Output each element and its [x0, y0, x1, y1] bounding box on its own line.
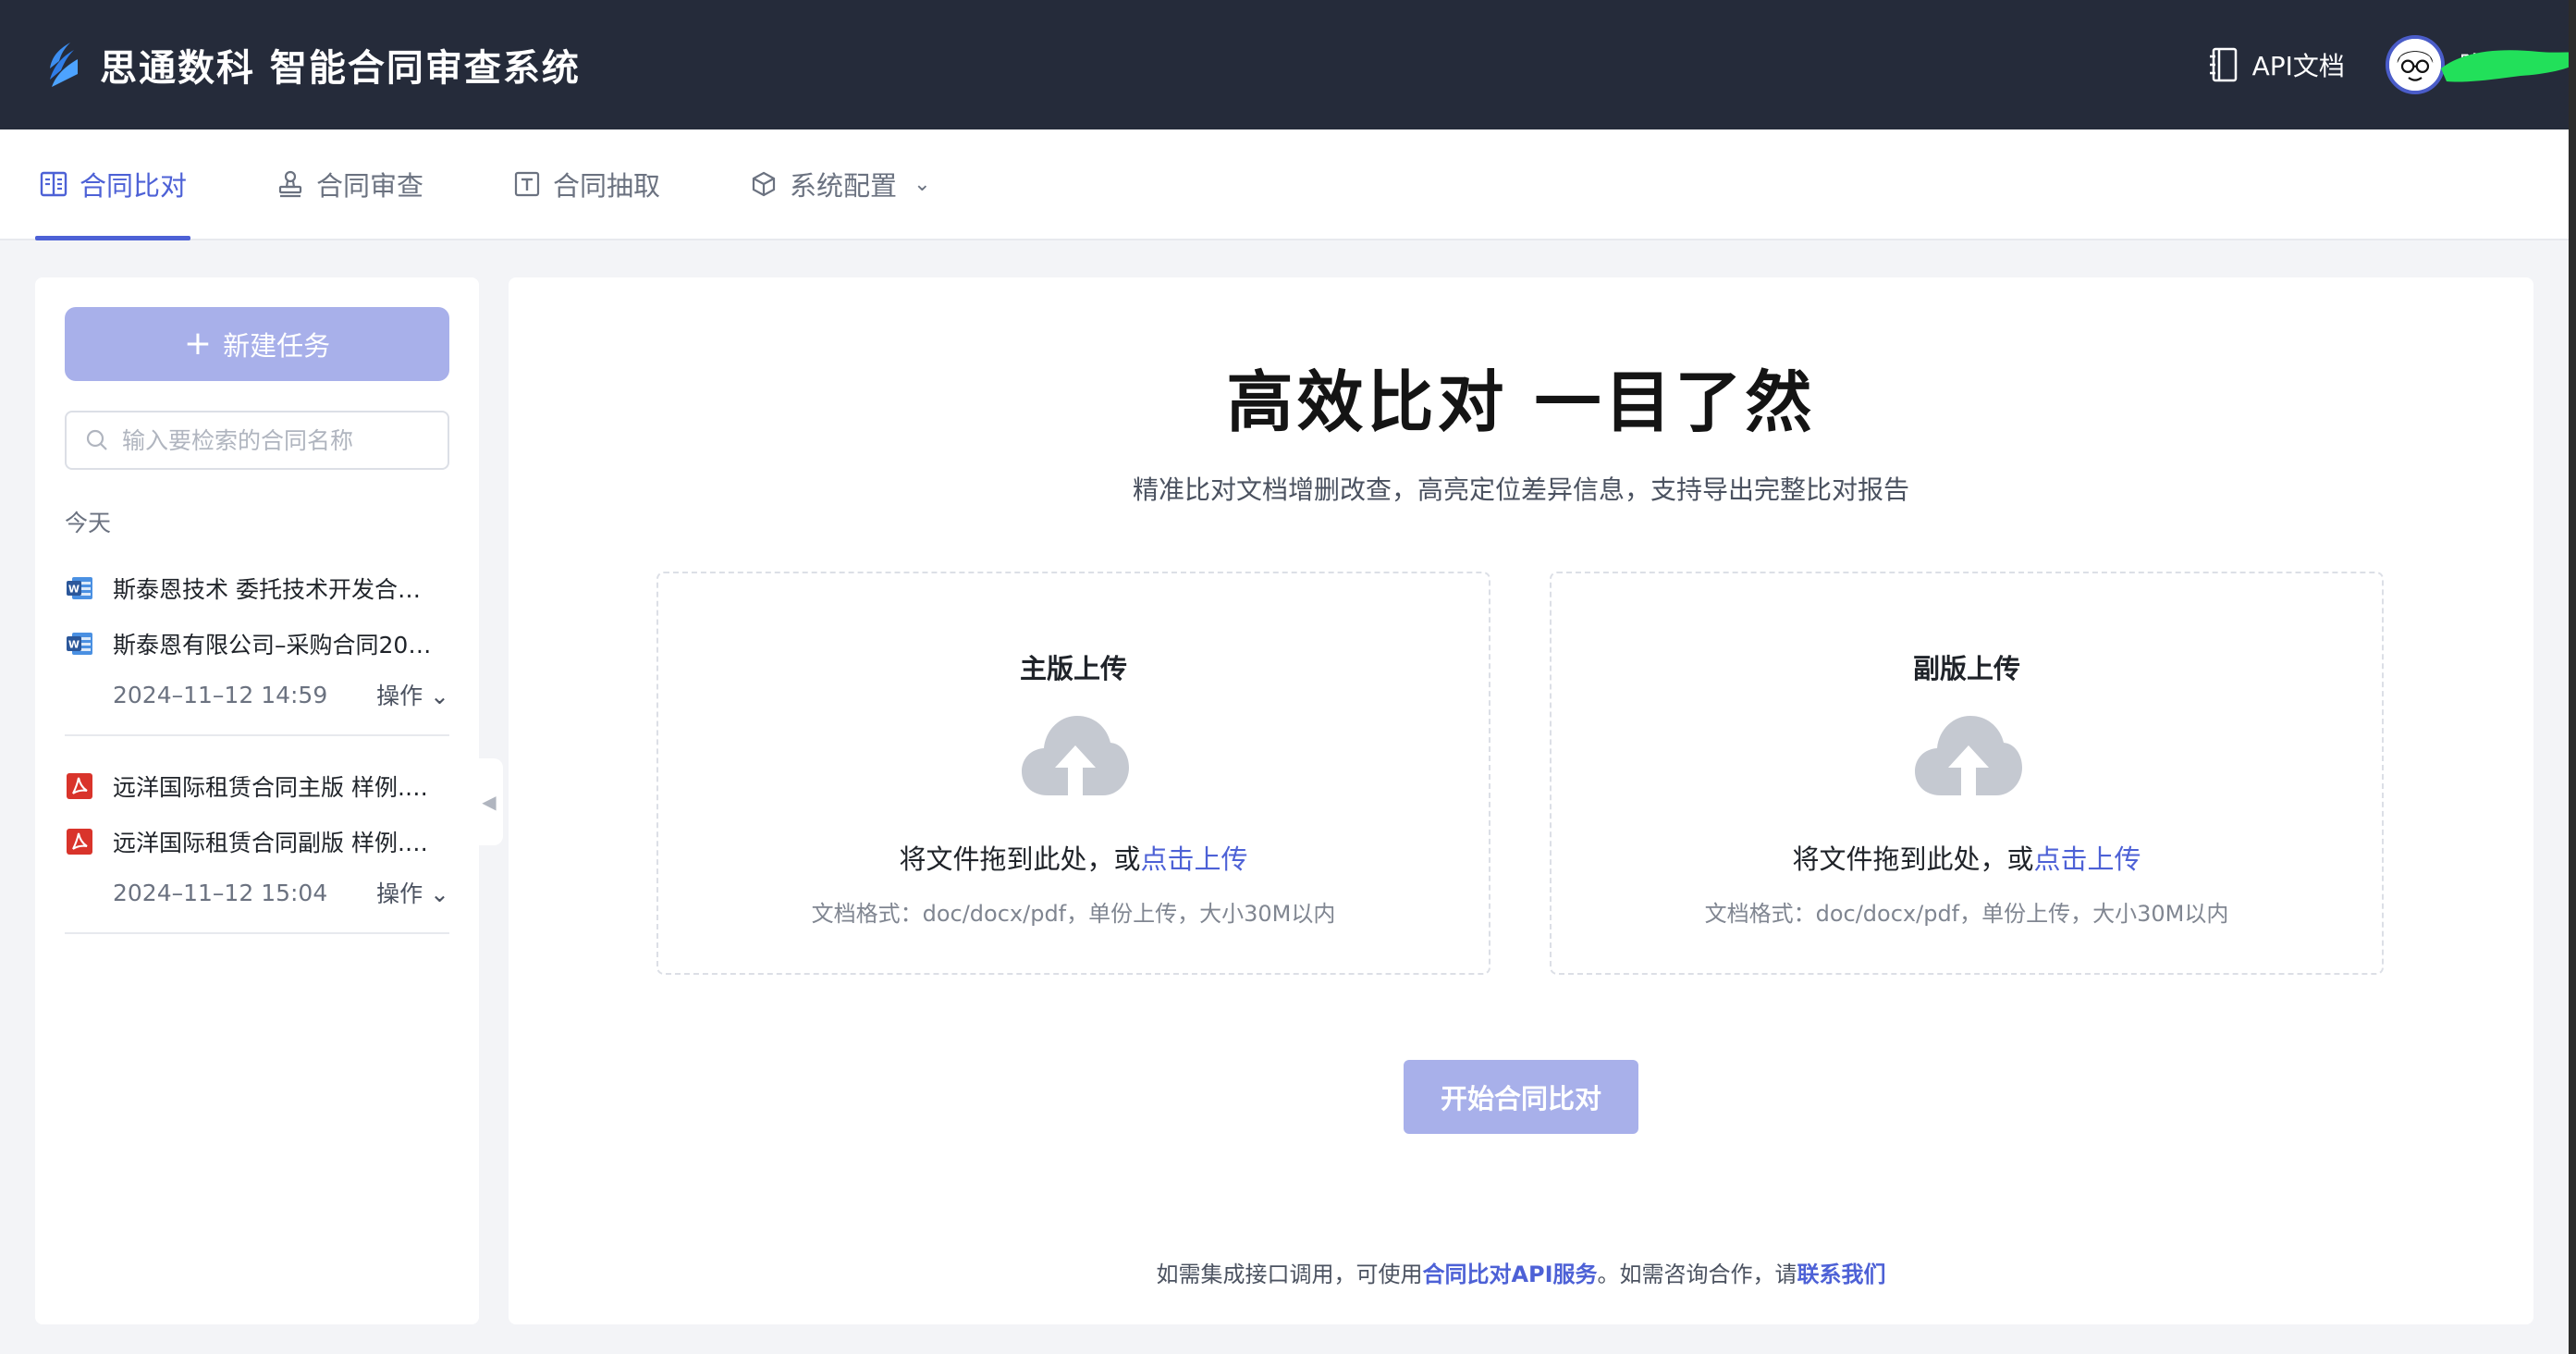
upload-title: 主版上传 — [1019, 653, 1127, 684]
cloud-upload-icon — [1915, 716, 2022, 795]
ops-dropdown[interactable]: 操作 ⌄ — [376, 876, 449, 909]
api-doc-link[interactable]: API文档 — [2208, 46, 2345, 83]
page-title: 高效比对 一目了然 — [1226, 363, 1816, 441]
ops-dropdown[interactable]: 操作 ⌄ — [376, 678, 449, 711]
tab-system-config[interactable]: 系统配置 ⌄ — [745, 129, 934, 239]
primary-upload-dropzone[interactable]: 主版上传 将文件拖到此处，或点击上传 文档格式：doc/docx/pdf，单份上… — [656, 572, 1490, 975]
click-upload-link[interactable]: 点击上传 — [2034, 843, 2141, 875]
page-subtitle: 精准比对文档增删改查，高亮定位差异信息，支持导出完整比对报告 — [1132, 474, 1909, 505]
task-time: 2024–11–12 15:04 — [113, 879, 328, 906]
api-doc-label: API文档 — [2251, 51, 2345, 81]
cloud-upload-icon — [1022, 716, 1129, 795]
list-item[interactable]: W 斯泰恩有限公司–采购合同2019... — [65, 616, 449, 671]
tab-contract-compare[interactable]: 合同比对 — [35, 129, 191, 240]
caret-left-icon: ◀ — [482, 791, 497, 813]
tab-label: 合同审查 — [316, 170, 424, 202]
chevron-down-icon: ⌄ — [430, 880, 449, 907]
list-item[interactable]: W 斯泰恩技术 委托技术开发合同 ... — [65, 560, 449, 616]
chevron-down-icon: ⌄ — [430, 683, 449, 709]
pdf-file-icon — [67, 829, 92, 855]
header-right: API文档 陈 — [2208, 35, 2576, 94]
compare-doc-icon — [40, 171, 67, 197]
cube-icon — [752, 171, 776, 197]
main-nav: 合同比对 合同审查 合同抽取 系统配置 ⌄ — [0, 129, 2569, 240]
user-name: 陈 — [2440, 46, 2576, 83]
list-item[interactable]: 远洋国际租赁合同副版 样例.pdf — [65, 814, 449, 869]
tab-label: 合同抽取 — [553, 170, 661, 202]
top-header: 思通数科 智能合同审查系统 API文档 — [0, 0, 2576, 129]
new-task-button[interactable]: + 新建任务 — [65, 307, 449, 381]
task-time: 2024–11–12 14:59 — [113, 681, 328, 708]
search-input[interactable] — [122, 426, 429, 454]
start-compare-button[interactable]: 开始合同比对 — [1404, 1060, 1638, 1134]
avatar — [2385, 35, 2445, 94]
app-root: 思通数科 智能合同审查系统 API文档 合同比对 合同审查 合同抽取 系统配置 … — [0, 0, 2576, 1354]
task-meta: 2024–11–12 14:59 操作 ⌄ — [65, 671, 449, 718]
user-menu[interactable]: 陈 ⌄ — [2385, 35, 2576, 94]
avatar-face-icon — [2388, 39, 2441, 91]
tab-label: 系统配置 — [790, 170, 898, 202]
tab-label: 合同比对 — [80, 170, 188, 202]
brand-logo-icon — [50, 43, 78, 87]
upload-hint: 将文件拖到此处，或点击上传 — [899, 843, 1248, 875]
search-box — [65, 411, 449, 470]
word-file-icon: W — [67, 633, 92, 655]
secondary-upload-dropzone[interactable]: 副版上传 将文件拖到此处，或点击上传 文档格式：doc/docx/pdf，单份上… — [1550, 572, 2384, 975]
svg-text:W: W — [68, 639, 80, 651]
window-edge — [2569, 0, 2576, 1354]
tab-contract-extract[interactable]: 合同抽取 — [509, 129, 664, 239]
task-meta: 2024–11–12 15:04 操作 ⌄ — [65, 869, 449, 916]
task-group: 远洋国际租赁合同主版 样例.pdf 远洋国际租赁合同副版 样例.pdf 2024… — [65, 736, 449, 934]
pdf-file-icon — [67, 773, 92, 799]
upload-format-note: 文档格式：doc/docx/pdf，单份上传，大小30M以内 — [811, 901, 1336, 927]
text-box-icon — [514, 171, 540, 197]
compare-panel: 高效比对 一目了然 精准比对文档增删改查，高亮定位差异信息，支持导出完整比对报告… — [509, 277, 2533, 1324]
chevron-down-icon: ⌄ — [914, 172, 931, 196]
file-name: 远洋国际租赁合同主版 样例.pdf — [113, 774, 442, 801]
svg-text:W: W — [68, 584, 80, 596]
api-service-link[interactable]: 合同比对API服务 — [1422, 1262, 1597, 1287]
upload-title: 副版上传 — [1912, 653, 2020, 684]
brand-title: 思通数科 智能合同审查系统 — [100, 47, 581, 90]
file-name: 斯泰恩有限公司–采购合同2019... — [113, 632, 442, 659]
footer-note: 如需集成接口调用，可使用合同比对API服务。如需咨询合作，请联系我们 — [1156, 1262, 1886, 1287]
task-group: W 斯泰恩技术 委托技术开发合同 ... W 斯泰恩有限公司–采购合同2019.… — [65, 538, 449, 736]
upload-format-note: 文档格式：doc/docx/pdf，单份上传，大小30M以内 — [1704, 901, 2229, 927]
contact-us-link[interactable]: 联系我们 — [1797, 1262, 1886, 1287]
file-name: 斯泰恩技术 委托技术开发合同 ... — [113, 576, 442, 603]
list-item[interactable]: 远洋国际租赁合同主版 样例.pdf — [65, 758, 449, 814]
tab-contract-review[interactable]: 合同审查 — [272, 129, 427, 239]
sidebar-collapse-handle[interactable]: ◀ — [475, 758, 503, 845]
redaction-scribble — [2440, 50, 2576, 82]
word-file-icon: W — [67, 577, 92, 599]
click-upload-link[interactable]: 点击上传 — [1141, 843, 1248, 875]
upload-hint: 将文件拖到此处，或点击上传 — [1792, 843, 2141, 875]
file-name: 远洋国际租赁合同副版 样例.pdf — [113, 830, 442, 856]
brand[interactable]: 思通数科 智能合同审查系统 — [46, 38, 581, 92]
notebook-icon — [2209, 47, 2237, 82]
task-sidebar: + 新建任务 今天 W 斯泰恩技术 委托技术开发合同 ... — [35, 277, 479, 1324]
stamp-icon — [278, 170, 302, 198]
plus-icon: + — [183, 325, 213, 363]
search-icon — [86, 429, 107, 450]
section-label-today: 今天 — [65, 510, 112, 536]
